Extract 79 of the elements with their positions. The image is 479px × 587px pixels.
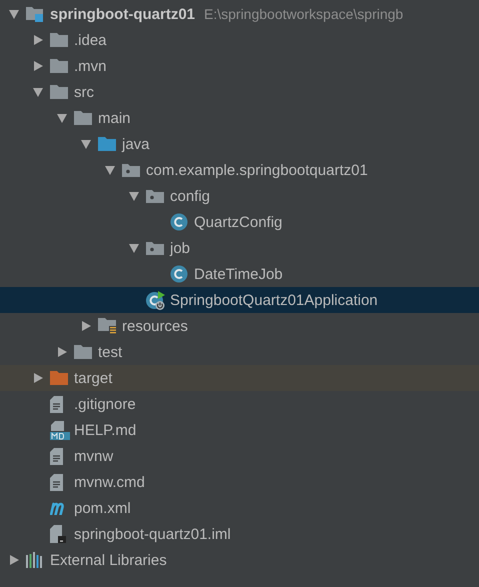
tree-item-label: mvnw.cmd [74,474,145,490]
tree-item-label: .idea [74,32,107,48]
tree-item-label: test [98,344,122,360]
expand-arrow-icon[interactable] [34,35,42,45]
tree-item[interactable]: com.example.springbootquartz01 [0,157,479,183]
tree-item[interactable]: target [0,365,479,391]
expand-arrow-icon[interactable] [58,347,66,357]
tree-item[interactable]: QuartzConfig [0,209,479,235]
tree-item-label: springboot-quartz01.iml [74,526,231,542]
class-icon [170,213,188,231]
expand-arrow-icon[interactable] [82,321,90,331]
tree-item[interactable]: job [0,235,479,261]
tree-item[interactable]: src [0,79,479,105]
tree-item-label: resources [122,318,188,334]
libraries-icon [26,552,44,568]
expand-arrow-icon[interactable] [10,555,18,565]
tree-item-label: External Libraries [50,552,167,568]
tree-item-label: DateTimeJob [194,266,283,282]
tree-item-label: .gitignore [74,396,136,412]
folder-icon [50,33,68,47]
collapse-arrow-icon[interactable] [105,166,115,174]
tree-item[interactable]: SpringbootQuartz01Application [0,287,479,313]
text-file-icon [50,448,63,464]
tree-item[interactable]: java [0,131,479,157]
tree-item[interactable]: test [0,339,479,365]
tree-item[interactable]: mvnw [0,443,479,469]
folder-icon [50,85,68,99]
collapse-arrow-icon[interactable] [57,114,67,122]
tree-item[interactable]: config [0,183,479,209]
folder-icon [98,137,116,151]
tree-item-label: main [98,110,131,126]
package-icon [146,190,164,202]
tree-item-label: QuartzConfig [194,214,282,230]
collapse-arrow-icon[interactable] [129,192,139,200]
tree-item[interactable]: springboot-quartz01.iml [0,521,479,547]
tree-item-label: pom.xml [74,500,131,516]
tree-item[interactable]: springboot-quartz01 E:\springbootworkspace\springb [0,1,479,27]
folder-icon [50,371,68,385]
expand-arrow-icon[interactable] [34,61,42,71]
tree-item[interactable]: main [0,105,479,131]
class-icon [170,265,188,283]
tree-item[interactable]: .idea [0,27,479,53]
package-icon [146,242,164,254]
folder-icon [74,111,92,125]
resources-folder-icon [98,318,116,334]
tree-item[interactable]: resources [0,313,479,339]
folder-icon [50,59,68,73]
package-icon [122,164,140,176]
expand-arrow-icon[interactable] [34,373,42,383]
tree-item-label: HELP.md [74,422,136,438]
collapse-arrow-icon[interactable] [9,10,19,18]
folder-icon [74,345,92,359]
tree-item[interactable]: .mvn [0,53,479,79]
tree-item[interactable]: pom.xml [0,495,479,521]
tree-item-label: SpringbootQuartz01Application [170,292,378,308]
collapse-arrow-icon[interactable] [33,88,43,96]
collapse-arrow-icon[interactable] [129,244,139,252]
tree-item-label: config [170,188,210,204]
tree-item[interactable]: External Libraries [0,547,479,573]
tree-item-label: .mvn [74,58,107,74]
tree-item-label: src [74,84,94,100]
spring-boot-class-icon [146,290,166,310]
tree-item-label: springboot-quartz01 [50,6,195,22]
module-file-icon [50,525,66,543]
tree-item-label: mvnw [74,448,114,464]
module-folder-icon [26,6,44,22]
tree-item-label: job [170,240,190,256]
text-file-icon [50,474,63,490]
tree-item[interactable]: HELP.md [0,417,479,443]
collapse-arrow-icon[interactable] [81,140,91,148]
tree-item-label: java [122,136,150,152]
markdown-file-icon [50,420,70,440]
tree-item-label: target [74,370,112,386]
tree-item[interactable]: mvnw.cmd [0,469,479,495]
tree-item[interactable]: .gitignore [0,391,479,417]
project-path: E:\springbootworkspace\springb [204,6,404,22]
text-file-icon [50,396,63,412]
tree-item-label: com.example.springbootquartz01 [146,162,368,178]
tree-item[interactable]: DateTimeJob [0,261,479,287]
